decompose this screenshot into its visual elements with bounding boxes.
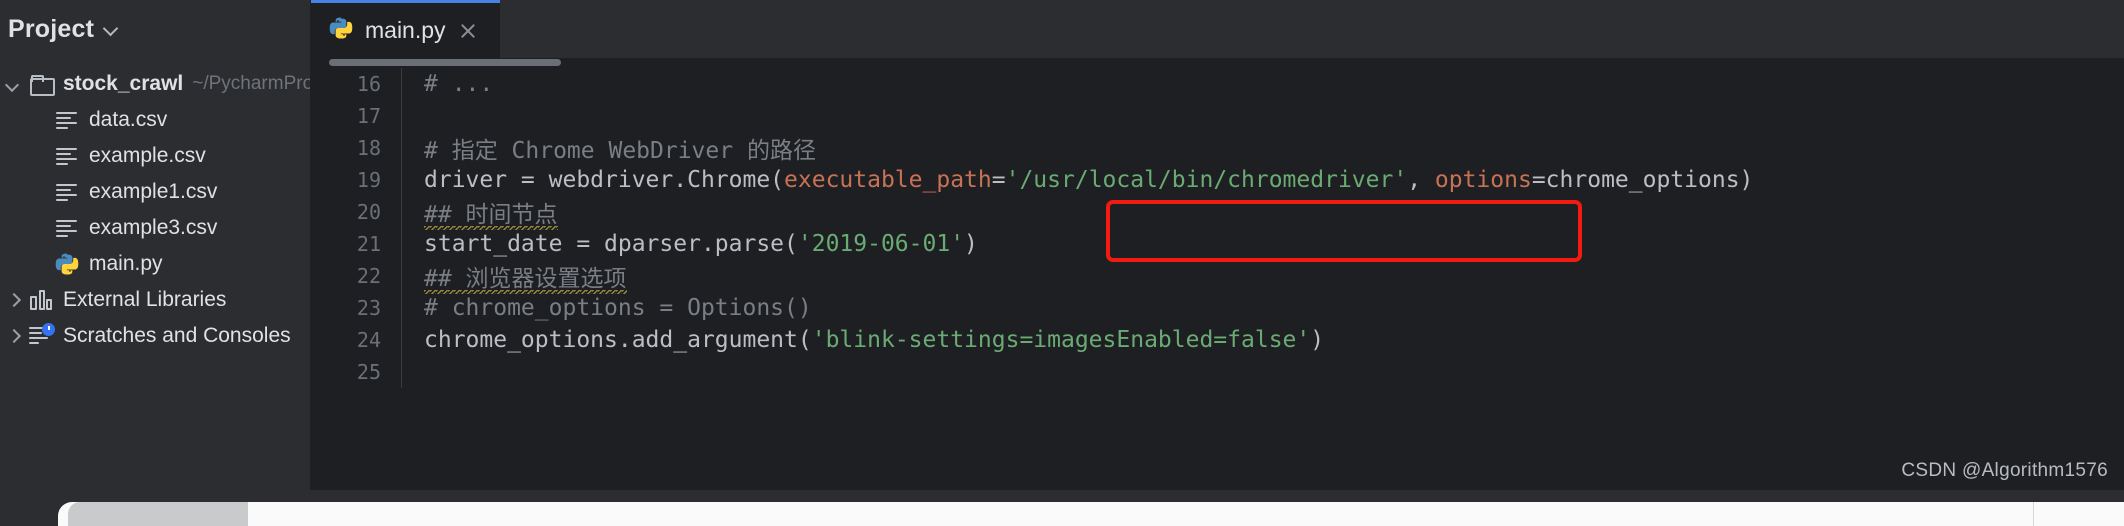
tab-main-py[interactable]: main.py	[311, 0, 500, 58]
code-line[interactable]: 25	[311, 356, 2124, 388]
code-editor: main.py 16 # ... 17 18 # 指定 Chrome WebDriver…	[311, 0, 2124, 490]
library-icon	[26, 290, 56, 310]
csv-file-icon	[52, 111, 82, 129]
code-token: '2019-06-01'	[797, 231, 965, 257]
code-token: =chrome_options)	[1531, 167, 1754, 193]
horizontal-scrollbar[interactable]	[311, 58, 2124, 66]
code-line[interactable]: 23 # chrome_options = Options()	[311, 292, 2124, 324]
gutter-divider	[401, 356, 402, 388]
line-number: 21	[311, 232, 401, 256]
code-line[interactable]: 20 ## 时间节点	[311, 195, 2124, 230]
chevron-down-icon[interactable]	[0, 77, 26, 91]
code-text[interactable]: ## 浏览器设置选项	[402, 259, 2124, 294]
project-tool-window-header[interactable]: Project	[0, 0, 311, 58]
tree-item-label: example.csv	[89, 144, 206, 167]
bottom-overlay-chip	[68, 502, 248, 526]
code-line[interactable]: 21 start_date = dparser.parse('2019-06-01…	[311, 228, 2124, 260]
code-area: 16 # ... 17 18 # 指定 Chrome WebDriver 的路径 19 dr…	[311, 58, 2124, 490]
code-line[interactable]: 24 chrome_options.add_argument('blink-set…	[311, 324, 2124, 356]
python-file-icon	[329, 16, 353, 45]
line-number: 23	[311, 296, 401, 320]
code-token: )	[964, 231, 978, 257]
code-text[interactable]: # 指定 Chrome WebDriver 的路径	[402, 131, 2124, 165]
code-text[interactable]: ## 时间节点	[402, 195, 2124, 230]
editor-tabbar: main.py	[311, 0, 2124, 58]
code-token: chrome_options.add_argument(	[424, 327, 812, 353]
page-title: Project	[8, 14, 95, 43]
line-number: 25	[311, 360, 401, 384]
code-lines: 16 # ... 17 18 # 指定 Chrome WebDriver 的路径 19 dr…	[311, 58, 2124, 388]
code-token: # chrome_options = Options()	[424, 295, 812, 321]
tree-item-label: example1.csv	[89, 180, 218, 203]
code-text[interactable]: # ...	[402, 71, 2124, 97]
code-token: =	[991, 167, 1006, 193]
bottom-bar	[0, 490, 2124, 526]
line-number: 20	[311, 200, 401, 224]
scrollbar-thumb[interactable]	[329, 59, 561, 66]
code-token: ## 时间节点	[424, 202, 558, 230]
tree-item-main-py[interactable]: main.py	[0, 246, 311, 282]
code-text[interactable]: driver = webdriver.Chrome(executable_pat…	[402, 167, 2124, 193]
tree-item-example3-csv[interactable]: example3.csv	[0, 210, 311, 246]
code-text[interactable]: start_date = dparser.parse('2019-06-01')	[402, 231, 2124, 257]
tree-item-example1-csv[interactable]: example1.csv	[0, 174, 311, 210]
scratches-icon	[26, 323, 56, 346]
csv-file-icon	[52, 147, 82, 165]
chevron-right-icon[interactable]	[0, 329, 26, 343]
line-number: 16	[311, 72, 401, 96]
tree-item-external-libraries[interactable]: External Libraries	[0, 282, 311, 318]
bottom-overlay-panel	[58, 502, 2124, 526]
line-number: 17	[311, 104, 401, 128]
csv-file-icon	[52, 183, 82, 201]
code-line[interactable]: 18 # 指定 Chrome WebDriver 的路径	[311, 132, 2124, 164]
code-line[interactable]: 22 ## 浏览器设置选项	[311, 259, 2124, 294]
pycharm-window: Project stock_crawl ~/PycharmPro data.cs…	[0, 0, 2124, 526]
tree-item-label: Scratches and Consoles	[63, 324, 291, 347]
code-token: ,	[1407, 167, 1435, 193]
code-token: ## 浏览器设置选项	[424, 266, 627, 294]
python-file-icon	[52, 252, 82, 276]
csv-file-icon	[52, 219, 82, 237]
code-token: executable_path	[784, 167, 992, 193]
gutter-divider	[401, 100, 402, 132]
code-line[interactable]: 19 driver = webdriver.Chrome(executable_p…	[311, 164, 2124, 196]
code-token: '/usr/local/bin/chromedriver'	[1005, 167, 1408, 193]
code-line[interactable]: 16 # ...	[311, 68, 2124, 100]
main-body: Project stock_crawl ~/PycharmPro data.cs…	[0, 0, 2124, 490]
watermark-label: CSDN @Algorithm1576	[1901, 460, 2108, 481]
tree-item-example-csv[interactable]: example.csv	[0, 138, 311, 174]
code-line[interactable]: 17	[311, 100, 2124, 132]
tree-item-label: example3.csv	[89, 216, 218, 239]
bottom-overlay-divider	[2033, 502, 2034, 526]
line-number: 19	[311, 168, 401, 192]
code-token: # 指定 Chrome WebDriver 的路径	[424, 138, 816, 164]
code-token: # ...	[424, 71, 494, 97]
chevron-right-icon[interactable]	[0, 293, 26, 307]
code-text[interactable]: chrome_options.add_argument('blink-setti…	[402, 327, 2124, 353]
code-token: options	[1434, 167, 1532, 193]
chevron-down-icon[interactable]	[104, 21, 120, 37]
line-number: 18	[311, 136, 401, 160]
code-token: start_date = dparser.parse(	[424, 231, 798, 257]
code-token: driver = webdriver.Chrome(	[424, 167, 785, 193]
tree-item-scratches-and-consoles[interactable]: Scratches and Consoles	[0, 318, 311, 354]
close-icon[interactable]	[458, 21, 478, 41]
code-token: 'blink-settings=imagesEnabled=false'	[811, 327, 1311, 353]
tab-label: main.py	[365, 17, 446, 43]
tree-item-data-csv[interactable]: data.csv	[0, 102, 311, 138]
project-tree: stock_crawl ~/PycharmPro data.csv exampl…	[0, 58, 311, 354]
code-text[interactable]: # chrome_options = Options()	[402, 295, 2124, 321]
tree-item-label: data.csv	[89, 108, 168, 131]
tree-item-stock-crawl[interactable]: stock_crawl ~/PycharmPro	[0, 66, 311, 102]
line-number: 24	[311, 328, 401, 352]
folder-icon	[26, 75, 56, 96]
code-token: )	[1310, 327, 1325, 353]
line-number: 22	[311, 264, 401, 288]
project-sidebar: Project stock_crawl ~/PycharmPro data.cs…	[0, 0, 311, 490]
tree-item-label: main.py	[89, 252, 163, 275]
tree-item-label: External Libraries	[63, 288, 227, 311]
tree-item-label: stock_crawl	[63, 72, 184, 95]
tree-item-path-hint: ~/PycharmPro	[192, 73, 311, 94]
